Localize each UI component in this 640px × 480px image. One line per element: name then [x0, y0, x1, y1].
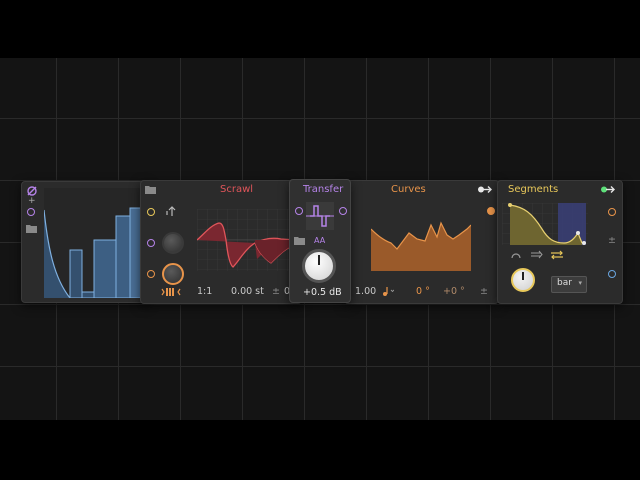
module-title: Segments	[508, 184, 559, 195]
chevron-down-icon: ▾	[578, 279, 582, 287]
segments-module[interactable]: Segments ± bar ▾	[497, 180, 623, 304]
pitch-value[interactable]: 0.00 st	[231, 286, 264, 297]
time-knob[interactable]	[511, 268, 535, 292]
scrawl-display[interactable]	[197, 209, 297, 271]
plus-icon[interactable]: +	[28, 196, 36, 206]
output-port[interactable]	[147, 270, 155, 278]
output-route-icon[interactable]	[477, 185, 493, 194]
input-port[interactable]	[295, 207, 303, 215]
offset-value[interactable]: +0 °	[443, 286, 465, 297]
modulation-port[interactable]	[147, 239, 155, 247]
note-icon[interactable]	[382, 286, 394, 297]
phase-value[interactable]: 0 °	[416, 286, 430, 297]
antialias-toggle[interactable]: AA	[314, 236, 325, 245]
arrows-right-icon[interactable]	[530, 250, 544, 259]
folder-icon[interactable]	[294, 236, 305, 245]
curves-display[interactable]	[371, 215, 471, 271]
input-port[interactable]	[27, 208, 35, 216]
loop-icon[interactable]	[510, 251, 522, 259]
output-port[interactable]	[608, 208, 616, 216]
knob-pointer	[522, 272, 524, 280]
input-port[interactable]	[147, 208, 155, 216]
mode-dropdown[interactable]: bar ▾	[551, 276, 587, 293]
curves-module[interactable]: Curves 1.00 0 ° +0 ° ±	[344, 180, 499, 304]
ratio-value[interactable]: 1:1	[197, 286, 212, 297]
scrawl-module[interactable]: Scrawl 1:1 0.00 st ± 0	[140, 180, 302, 304]
module-title: Scrawl	[220, 184, 254, 195]
output-route-icon[interactable]	[600, 185, 616, 194]
bipolar-toggle[interactable]: ±	[480, 286, 488, 297]
rate-knob[interactable]	[162, 232, 184, 254]
steps-display[interactable]	[44, 188, 148, 298]
modulation-port[interactable]	[608, 270, 616, 278]
keyboard-icon[interactable]	[161, 287, 181, 297]
bipolar-toggle[interactable]: ±	[272, 286, 280, 297]
bipolar-toggle[interactable]: ±	[608, 235, 616, 246]
module-title: Curves	[391, 184, 426, 195]
output-port[interactable]	[339, 207, 347, 215]
folder-icon[interactable]	[26, 224, 37, 233]
steps-module[interactable]: +	[21, 181, 149, 303]
transfer-display[interactable]	[306, 202, 334, 230]
folder-icon[interactable]	[145, 185, 156, 194]
amount-value[interactable]: 1.00	[355, 286, 376, 297]
mode-value: bar	[557, 278, 572, 288]
transfer-module[interactable]: Transfer AA +0.5 dB	[289, 179, 351, 303]
depth-knob[interactable]	[162, 263, 184, 285]
output-port[interactable]	[487, 207, 495, 215]
swap-icon[interactable]	[550, 250, 564, 260]
module-title: Transfer	[303, 184, 344, 195]
arrow-up-icon[interactable]	[165, 205, 177, 217]
knob-pointer	[318, 255, 320, 265]
gain-value[interactable]: +0.5 dB	[303, 287, 342, 298]
segments-display[interactable]	[502, 203, 588, 245]
gain-knob[interactable]	[302, 249, 336, 283]
